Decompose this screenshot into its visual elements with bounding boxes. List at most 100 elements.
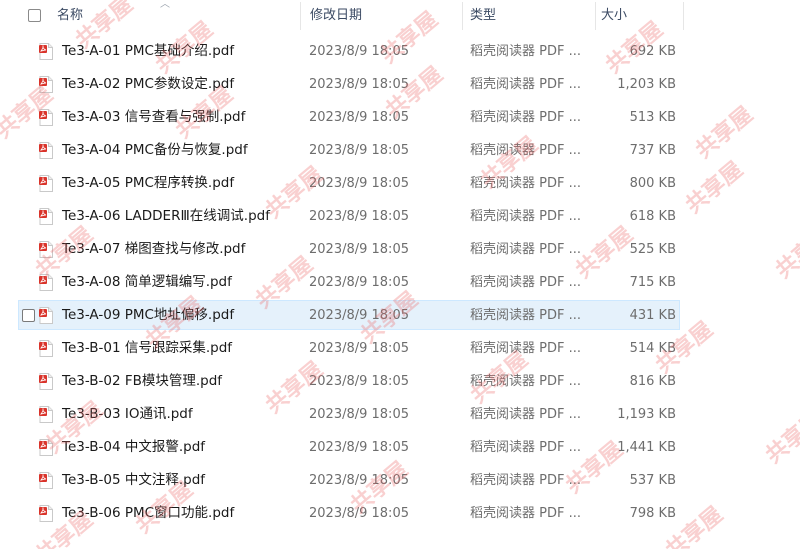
- modified-date: 2023/8/9 18:05: [309, 473, 409, 488]
- pdf-file-icon: [39, 109, 53, 126]
- file-name[interactable]: Te3-B-02 FB模块管理.pdf: [62, 365, 222, 398]
- file-size: 798 KB: [629, 506, 676, 521]
- file-type: 稻壳阅读器 PDF ...: [470, 275, 581, 290]
- file-size: 1,193 KB: [617, 407, 676, 422]
- file-row[interactable]: Te3-B-02 FB模块管理.pdf 2023/8/9 18:05 稻壳阅读器 P…: [0, 365, 800, 398]
- file-row[interactable]: Te3-A-08 简单逻辑编写.pdf 2023/8/9 18:05 稻壳阅读器 P…: [0, 266, 800, 299]
- file-row[interactable]: Te3-A-03 信号查看与强制.pdf 2023/8/9 18:05 稻壳阅读器 …: [0, 101, 800, 134]
- pdf-file-icon: [39, 307, 53, 324]
- file-size: 1,441 KB: [617, 440, 676, 455]
- file-row[interactable]: Te3-B-03 IO通讯.pdf 2023/8/9 18:05 稻壳阅读器 PDF…: [0, 398, 800, 431]
- file-row[interactable]: Te3-B-04 中文报警.pdf 2023/8/9 18:05 稻壳阅读器 PDF…: [0, 431, 800, 464]
- file-name[interactable]: Te3-A-03 信号查看与强制.pdf: [62, 101, 245, 134]
- modified-date: 2023/8/9 18:05: [309, 374, 409, 389]
- file-type: 稻壳阅读器 PDF ...: [470, 308, 581, 323]
- file-size: 800 KB: [629, 176, 676, 191]
- file-type: 稻壳阅读器 PDF ...: [470, 44, 581, 59]
- file-type: 稻壳阅读器 PDF ...: [470, 374, 581, 389]
- pdf-file-icon: [39, 340, 53, 357]
- modified-date: 2023/8/9 18:05: [309, 341, 409, 356]
- file-size: 816 KB: [629, 374, 676, 389]
- file-row[interactable]: Te3-B-06 PMC窗口功能.pdf 2023/8/9 18:05 稻壳阅读器 …: [0, 497, 800, 530]
- sort-up-caret-icon: ︿: [160, 0, 170, 10]
- file-type: 稻壳阅读器 PDF ...: [470, 77, 581, 92]
- file-row[interactable]: Te3-A-06 LADDERⅢ在线调试.pdf 2023/8/9 18:05 稻壳…: [0, 200, 800, 233]
- file-size: 1,203 KB: [617, 77, 676, 92]
- modified-date: 2023/8/9 18:05: [309, 506, 409, 521]
- file-size: 737 KB: [629, 143, 676, 158]
- file-type: 稻壳阅读器 PDF ...: [470, 110, 581, 125]
- modified-date: 2023/8/9 18:05: [309, 176, 409, 191]
- file-row[interactable]: Te3-B-05 中文注释.pdf 2023/8/9 18:05 稻壳阅读器 PDF…: [0, 464, 800, 497]
- modified-date: 2023/8/9 18:05: [309, 110, 409, 125]
- pdf-file-icon: [39, 241, 53, 258]
- file-row[interactable]: Te3-A-07 梯图查找与修改.pdf 2023/8/9 18:05 稻壳阅读器 …: [0, 233, 800, 266]
- file-row[interactable]: Te3-B-01 信号跟踪采集.pdf 2023/8/9 18:05 稻壳阅读器 P…: [0, 332, 800, 365]
- column-divider[interactable]: [683, 2, 684, 30]
- file-type: 稻壳阅读器 PDF ...: [470, 440, 581, 455]
- file-size: 514 KB: [629, 341, 676, 356]
- pdf-file-icon: [39, 175, 53, 192]
- file-name[interactable]: Te3-A-02 PMC参数设定.pdf: [62, 68, 234, 101]
- column-header: ︿ 名称 修改日期 类型 大小: [0, 0, 800, 32]
- file-row[interactable]: Te3-A-01 PMC基础介绍.pdf 2023/8/9 18:05 稻壳阅读器 …: [0, 35, 800, 68]
- pdf-file-icon: [39, 373, 53, 390]
- file-type: 稻壳阅读器 PDF ...: [470, 176, 581, 191]
- file-row[interactable]: Te3-A-02 PMC参数设定.pdf 2023/8/9 18:05 稻壳阅读器 …: [0, 68, 800, 101]
- pdf-file-icon: [39, 76, 53, 93]
- file-type: 稻壳阅读器 PDF ...: [470, 341, 581, 356]
- file-name[interactable]: Te3-A-09 PMC地址偏移.pdf: [62, 299, 234, 332]
- file-type: 稻壳阅读器 PDF ...: [470, 473, 581, 488]
- file-row[interactable]: Te3-A-04 PMC备份与恢复.pdf 2023/8/9 18:05 稻壳阅读器…: [0, 134, 800, 167]
- modified-date: 2023/8/9 18:05: [309, 407, 409, 422]
- file-name[interactable]: Te3-B-04 中文报警.pdf: [62, 431, 205, 464]
- pdf-file-icon: [39, 439, 53, 456]
- modified-date: 2023/8/9 18:05: [309, 242, 409, 257]
- pdf-file-icon: [39, 43, 53, 60]
- column-type-header[interactable]: 类型: [470, 0, 496, 32]
- modified-date: 2023/8/9 18:05: [309, 308, 409, 323]
- file-size: 537 KB: [629, 473, 676, 488]
- modified-date: 2023/8/9 18:05: [309, 209, 409, 224]
- column-divider[interactable]: [595, 2, 596, 30]
- file-row[interactable]: Te3-A-05 PMC程序转换.pdf 2023/8/9 18:05 稻壳阅读器 …: [0, 167, 800, 200]
- pdf-file-icon: [39, 406, 53, 423]
- pdf-file-icon: [39, 208, 53, 225]
- modified-date: 2023/8/9 18:05: [309, 440, 409, 455]
- file-size: 692 KB: [629, 44, 676, 59]
- column-date-header[interactable]: 修改日期: [310, 0, 362, 32]
- column-size-header[interactable]: 大小: [601, 0, 627, 32]
- select-all-checkbox[interactable]: [28, 9, 41, 22]
- pdf-file-icon: [39, 472, 53, 489]
- column-name-header[interactable]: 名称: [57, 0, 83, 32]
- file-name[interactable]: Te3-B-06 PMC窗口功能.pdf: [62, 497, 234, 530]
- file-size: 618 KB: [629, 209, 676, 224]
- file-name[interactable]: Te3-A-05 PMC程序转换.pdf: [62, 167, 234, 200]
- column-divider[interactable]: [462, 2, 463, 30]
- file-name[interactable]: Te3-A-06 LADDERⅢ在线调试.pdf: [62, 200, 270, 233]
- file-size: 715 KB: [629, 275, 676, 290]
- modified-date: 2023/8/9 18:05: [309, 275, 409, 290]
- file-size: 431 KB: [629, 308, 676, 323]
- file-name[interactable]: Te3-B-01 信号跟踪采集.pdf: [62, 332, 232, 365]
- column-divider[interactable]: [300, 2, 301, 30]
- file-type: 稻壳阅读器 PDF ...: [470, 143, 581, 158]
- file-name[interactable]: Te3-A-07 梯图查找与修改.pdf: [62, 233, 245, 266]
- row-checkbox[interactable]: [22, 309, 35, 322]
- pdf-file-icon: [39, 142, 53, 159]
- file-size: 525 KB: [629, 242, 676, 257]
- file-name[interactable]: Te3-A-04 PMC备份与恢复.pdf: [62, 134, 248, 167]
- file-type: 稻壳阅读器 PDF ...: [470, 506, 581, 521]
- file-size: 513 KB: [629, 110, 676, 125]
- modified-date: 2023/8/9 18:05: [309, 143, 409, 158]
- pdf-file-icon: [39, 505, 53, 522]
- file-type: 稻壳阅读器 PDF ...: [470, 209, 581, 224]
- file-name[interactable]: Te3-A-01 PMC基础介绍.pdf: [62, 35, 234, 68]
- file-row[interactable]: Te3-A-09 PMC地址偏移.pdf 2023/8/9 18:05 稻壳阅读器 …: [0, 299, 800, 332]
- file-list: Te3-A-01 PMC基础介绍.pdf 2023/8/9 18:05 稻壳阅读器 …: [0, 35, 800, 530]
- file-name[interactable]: Te3-B-03 IO通讯.pdf: [62, 398, 193, 431]
- file-name[interactable]: Te3-A-08 简单逻辑编写.pdf: [62, 266, 232, 299]
- file-type: 稻壳阅读器 PDF ...: [470, 407, 581, 422]
- modified-date: 2023/8/9 18:05: [309, 44, 409, 59]
- file-name[interactable]: Te3-B-05 中文注释.pdf: [62, 464, 205, 497]
